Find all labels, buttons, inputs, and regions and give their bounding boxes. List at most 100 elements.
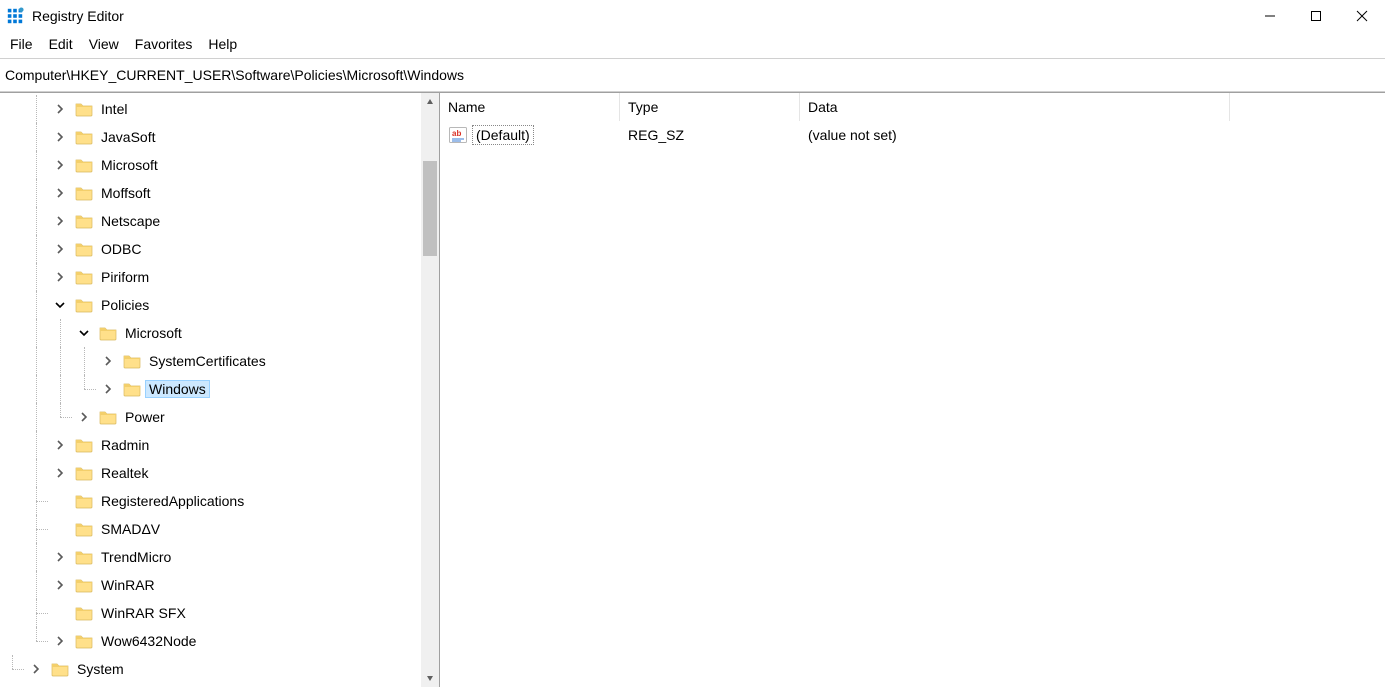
folder-icon: [74, 212, 94, 230]
menu-bar: File Edit View Favorites Help: [0, 32, 1385, 58]
chevron-right-icon[interactable]: [51, 268, 69, 286]
chevron-right-icon[interactable]: [99, 352, 117, 370]
address-bar-wrap: Computer\HKEY_CURRENT_USER\Software\Poli…: [0, 58, 1385, 92]
chevron-right-icon[interactable]: [51, 128, 69, 146]
folder-icon: [74, 464, 94, 482]
tree-item[interactable]: Policies: [0, 291, 421, 319]
values-list[interactable]: ab (Default) REG_SZ(value not set): [440, 121, 1385, 687]
chevron-right-icon[interactable]: [51, 184, 69, 202]
chevron-right-icon[interactable]: [51, 212, 69, 230]
chevron-right-icon[interactable]: [51, 156, 69, 174]
tree-item[interactable]: Piriform: [0, 263, 421, 291]
tree-item-label: SystemCertificates: [146, 353, 269, 369]
chevron-right-icon[interactable]: [75, 408, 93, 426]
tree-item[interactable]: Radmin: [0, 431, 421, 459]
tree-item[interactable]: RegisteredApplications: [0, 487, 421, 515]
tree-item[interactable]: SMADΔV: [0, 515, 421, 543]
tree-item[interactable]: Wow6432Node: [0, 627, 421, 655]
tree-item[interactable]: WinRAR: [0, 571, 421, 599]
tree-item[interactable]: Netscape: [0, 207, 421, 235]
tree-item-label: System: [74, 661, 127, 677]
chevron-right-icon[interactable]: [51, 632, 69, 650]
folder-icon: [98, 408, 118, 426]
tree-item[interactable]: Intel: [0, 95, 421, 123]
folder-icon: [74, 296, 94, 314]
folder-icon: [74, 436, 94, 454]
value-row[interactable]: ab (Default) REG_SZ(value not set): [440, 121, 1385, 149]
tree-item-label: Policies: [98, 297, 152, 313]
tree-item[interactable]: Windows: [0, 375, 421, 403]
chevron-down-icon[interactable]: [75, 324, 93, 342]
chevron-right-icon[interactable]: [51, 436, 69, 454]
tree-item-label: SMADΔV: [98, 521, 163, 537]
tree-item-label: Radmin: [98, 437, 152, 453]
scroll-track[interactable]: [421, 111, 439, 669]
tree-item-label: Realtek: [98, 465, 151, 481]
scroll-thumb[interactable]: [423, 161, 437, 256]
folder-icon: [122, 380, 142, 398]
tree-item-label: Moffsoft: [98, 185, 154, 201]
chevron-right-icon[interactable]: [51, 576, 69, 594]
minimize-button[interactable]: [1247, 0, 1293, 32]
title-bar: Registry Editor: [0, 0, 1385, 32]
scroll-down-button[interactable]: [421, 669, 439, 687]
tree-item[interactable]: Realtek: [0, 459, 421, 487]
tree-item-label: Piriform: [98, 269, 152, 285]
address-path: Computer\HKEY_CURRENT_USER\Software\Poli…: [5, 67, 464, 83]
menu-favorites[interactable]: Favorites: [127, 34, 201, 56]
tree-item-label: WinRAR SFX: [98, 605, 189, 621]
tree-item-label: WinRAR: [98, 577, 158, 593]
menu-help[interactable]: Help: [200, 34, 245, 56]
tree-item[interactable]: TrendMicro: [0, 543, 421, 571]
maximize-button[interactable]: [1293, 0, 1339, 32]
tree-item[interactable]: Power: [0, 403, 421, 431]
scroll-up-button[interactable]: [421, 93, 439, 111]
folder-icon: [74, 128, 94, 146]
tree-item[interactable]: WinRAR SFX: [0, 599, 421, 627]
tree-item[interactable]: Microsoft: [0, 319, 421, 347]
tree-item[interactable]: Microsoft: [0, 151, 421, 179]
close-button[interactable]: [1339, 0, 1385, 32]
folder-icon: [74, 156, 94, 174]
tree-scrollbar[interactable]: [421, 93, 439, 687]
folder-icon: [74, 268, 94, 286]
folder-icon: [74, 492, 94, 510]
column-name[interactable]: Name: [440, 93, 620, 121]
chevron-right-icon[interactable]: [51, 100, 69, 118]
tree-item-label: JavaSoft: [98, 129, 158, 145]
value-data: (value not set): [800, 127, 1230, 143]
column-type[interactable]: Type: [620, 93, 800, 121]
value-type: REG_SZ: [620, 127, 800, 143]
app-icon: [6, 7, 24, 25]
chevron-right-icon[interactable]: [99, 380, 117, 398]
tree-item[interactable]: System: [0, 655, 421, 683]
folder-icon: [74, 184, 94, 202]
tree-item-label: TrendMicro: [98, 549, 174, 565]
folder-icon: [74, 520, 94, 538]
chevron-right-icon[interactable]: [51, 240, 69, 258]
chevron-right-icon[interactable]: [51, 464, 69, 482]
folder-icon: [74, 100, 94, 118]
column-data[interactable]: Data: [800, 93, 1230, 121]
menu-file[interactable]: File: [2, 34, 41, 56]
chevron-down-icon[interactable]: [51, 296, 69, 314]
folder-icon: [74, 632, 94, 650]
menu-view[interactable]: View: [81, 34, 127, 56]
tree-item-label: Microsoft: [98, 157, 161, 173]
address-bar[interactable]: Computer\HKEY_CURRENT_USER\Software\Poli…: [1, 61, 1384, 89]
menu-edit[interactable]: Edit: [41, 34, 81, 56]
tree-item[interactable]: ODBC: [0, 235, 421, 263]
tree-item[interactable]: JavaSoft: [0, 123, 421, 151]
chevron-right-icon[interactable]: [51, 548, 69, 566]
folder-icon: [74, 548, 94, 566]
value-name: (Default): [472, 125, 534, 145]
tree-item[interactable]: SystemCertificates: [0, 347, 421, 375]
folder-icon: [74, 576, 94, 594]
registry-tree[interactable]: Intel JavaSoft Microsoft Moffsoft Netsca…: [0, 93, 421, 685]
tree-item-label: Windows: [146, 381, 209, 397]
tree-item[interactable]: Moffsoft: [0, 179, 421, 207]
chevron-right-icon[interactable]: [27, 660, 45, 678]
window-controls: [1247, 0, 1385, 32]
svg-text:ab: ab: [452, 129, 461, 138]
content-split: Intel JavaSoft Microsoft Moffsoft Netsca…: [0, 92, 1385, 687]
